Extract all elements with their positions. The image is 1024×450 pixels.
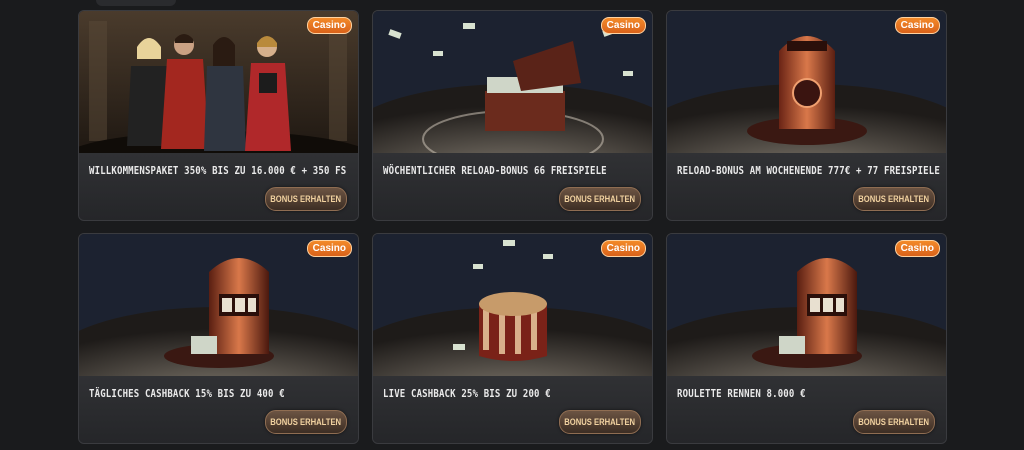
promo-card-live-cashback[interactable]: Casino LIVE CASHBACK 25% BIS ZU 200 € BO…	[372, 233, 653, 444]
promo-title: WÖCHENTLICHER RELOAD-BONUS 66 FREISPIELE	[383, 164, 607, 177]
promo-title: LIVE CASHBACK 25% BIS ZU 200 €	[383, 387, 551, 400]
promo-card-footer: LIVE CASHBACK 25% BIS ZU 200 € BONUS ERH…	[373, 376, 652, 443]
casino-badge: Casino	[600, 240, 646, 257]
promo-card-roulette-race[interactable]: Casino ROULETTE RENNEN 8.000 € BONUS ERH…	[666, 233, 947, 444]
casino-badge: Casino	[306, 240, 352, 257]
promo-card-footer: WÖCHENTLICHER RELOAD-BONUS 66 FREISPIELE…	[373, 153, 652, 220]
promo-image-copper-safe: Casino	[667, 11, 946, 153]
casino-badge: Casino	[894, 240, 940, 257]
promo-image-roulette-money: Casino	[373, 234, 652, 376]
promo-card-welcome[interactable]: Casino WILLKOMMENSPAKET 350% BIS ZU 16.0…	[78, 10, 359, 221]
promo-card-footer: WILLKOMMENSPAKET 350% BIS ZU 16.000 € + …	[79, 153, 358, 220]
get-bonus-button[interactable]: BONUS ERHALTEN	[265, 187, 347, 211]
casino-badge: Casino	[894, 17, 940, 34]
top-tab-shadow	[96, 0, 176, 6]
get-bonus-button[interactable]: BONUS ERHALTEN	[265, 410, 347, 434]
promo-image-money-chest: Casino	[373, 11, 652, 153]
promo-card-daily-cashback[interactable]: Casino TÄGLICHES CASHBACK 15% BIS ZU 400…	[78, 233, 359, 444]
promo-image-slot-machine: Casino	[79, 234, 358, 376]
casino-badge: Casino	[600, 17, 646, 34]
promo-title: TÄGLICHES CASHBACK 15% BIS ZU 400 €	[89, 387, 285, 400]
get-bonus-button[interactable]: BONUS ERHALTEN	[853, 410, 935, 434]
promo-title: WILLKOMMENSPAKET 350% BIS ZU 16.000 € + …	[89, 164, 347, 177]
promo-card-footer: ROULETTE RENNEN 8.000 € BONUS ERHALTEN	[667, 376, 946, 443]
get-bonus-button[interactable]: BONUS ERHALTEN	[559, 187, 641, 211]
casino-badge: Casino	[306, 17, 352, 34]
get-bonus-button[interactable]: BONUS ERHALTEN	[853, 187, 935, 211]
promo-title: ROULETTE RENNEN 8.000 €	[677, 387, 806, 400]
promo-card-weekly-reload[interactable]: Casino WÖCHENTLICHER RELOAD-BONUS 66 FRE…	[372, 10, 653, 221]
promo-image-characters: Casino	[79, 11, 358, 153]
promo-title: RELOAD-BONUS AM WOCHENENDE 777€ + 77 FRE…	[677, 164, 940, 177]
promo-image-slot-machine: Casino	[667, 234, 946, 376]
promo-card-footer: TÄGLICHES CASHBACK 15% BIS ZU 400 € BONU…	[79, 376, 358, 443]
get-bonus-button[interactable]: BONUS ERHALTEN	[559, 410, 641, 434]
promo-card-footer: RELOAD-BONUS AM WOCHENENDE 777€ + 77 FRE…	[667, 153, 946, 220]
promo-card-weekend-reload[interactable]: Casino RELOAD-BONUS AM WOCHENENDE 777€ +…	[666, 10, 947, 221]
promotions-grid: Casino WILLKOMMENSPAKET 350% BIS ZU 16.0…	[78, 10, 947, 444]
